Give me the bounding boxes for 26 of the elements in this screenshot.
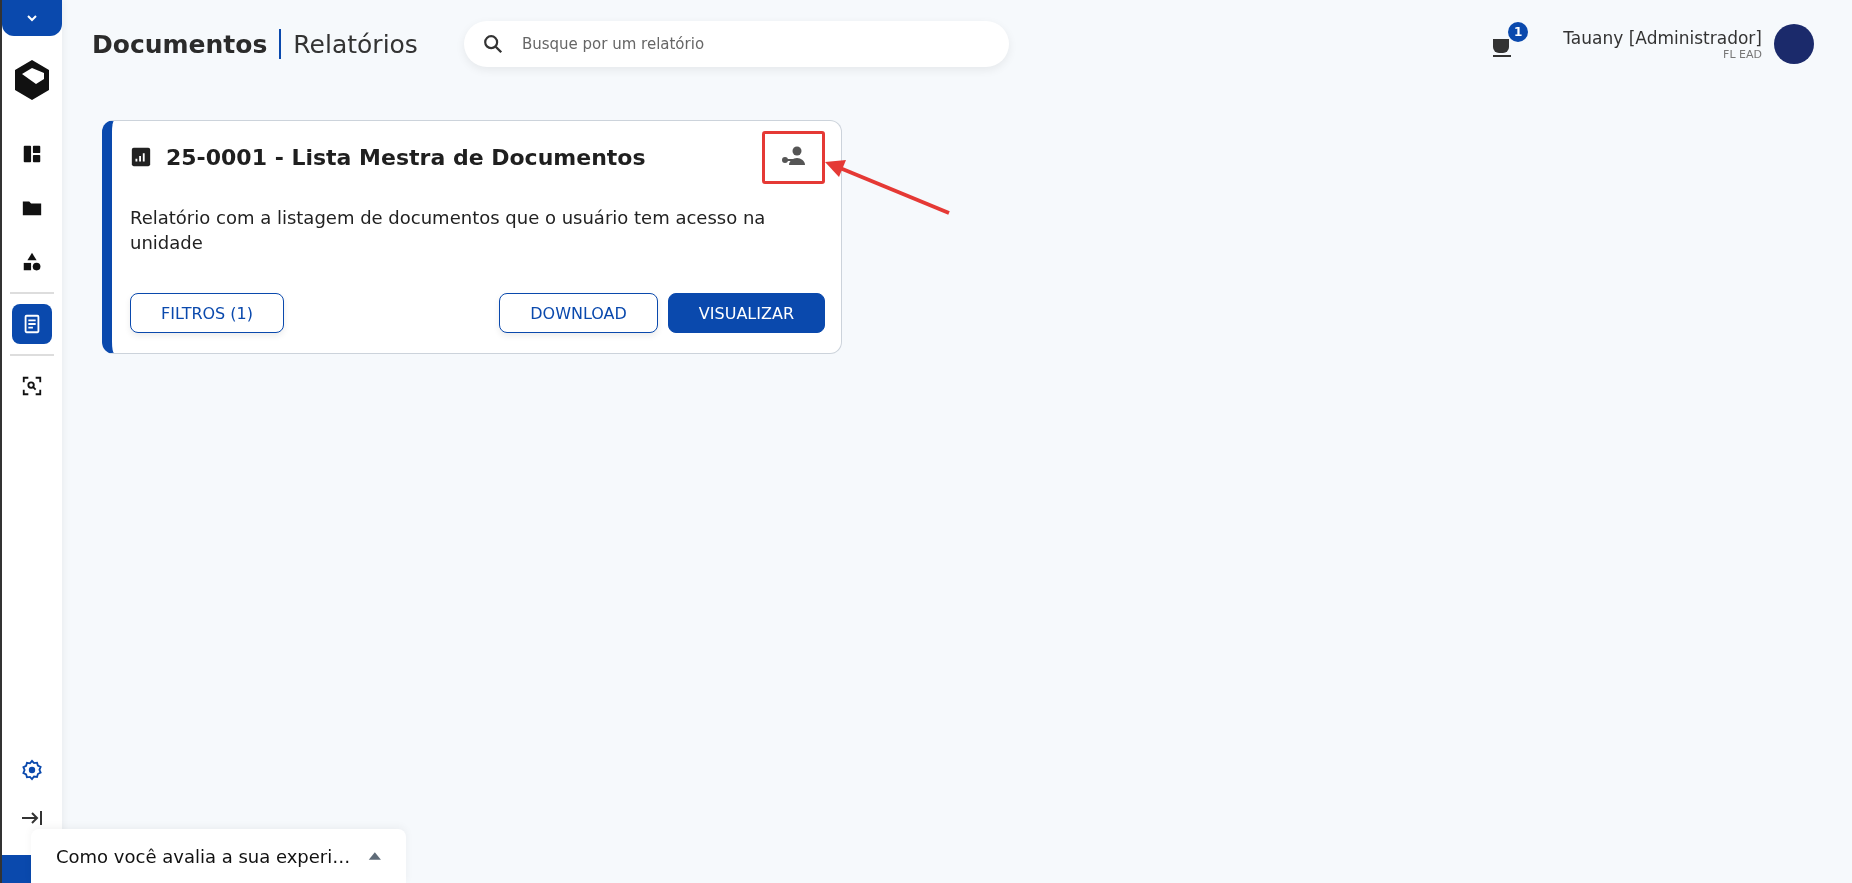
cube-logo-icon [12, 58, 52, 102]
action-button[interactable]: FILTROS (1) [130, 293, 285, 333]
search-field[interactable]: Busque por um relatório [463, 21, 1009, 67]
view-button[interactable]: VISUALIZAR [667, 293, 825, 333]
action-button[interactable]: DOWNLOAD [499, 293, 658, 333]
notification-badge: 1 [1508, 22, 1529, 42]
avatar[interactable] [1774, 24, 1814, 64]
search-icon [481, 33, 504, 55]
feedback-toast[interactable]: Como você avalia a sua experi… [31, 829, 406, 883]
settings-icon[interactable] [21, 759, 43, 781]
feedback-prompt: Como você avalia a sua experi… [56, 845, 351, 867]
caret-icon[interactable] [368, 850, 382, 862]
report-description: Relatório com a listagem de documentos que o usuário tem acesso na unidade [130, 206, 767, 255]
user-name: Tauany [Administrador] [1563, 27, 1762, 48]
section-title: Documentos [92, 29, 268, 59]
bar-chart-icon [130, 146, 152, 168]
user-unit: FL EAD [1723, 47, 1762, 61]
expand-button[interactable] [2, 0, 62, 36]
page-title: Relatórios [293, 29, 418, 59]
chevron-down-icon [25, 13, 39, 23]
sidebar-item[interactable] [12, 304, 52, 344]
dashboard-icon [21, 143, 43, 165]
report-title: 25-0001 - Lista Mestra de Documentos [166, 144, 646, 170]
scan-search-icon [21, 375, 43, 397]
collapse-arrow-icon[interactable] [21, 809, 43, 827]
shapes-icon [21, 251, 43, 273]
